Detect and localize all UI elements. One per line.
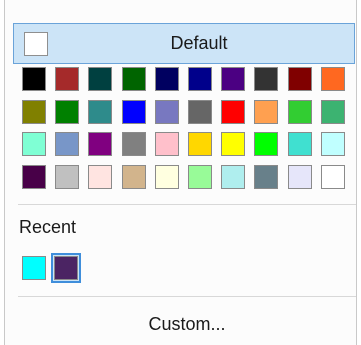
palette-swatch[interactable]: [221, 67, 245, 91]
palette-swatch[interactable]: [22, 100, 46, 124]
divider-bottom: [18, 296, 356, 297]
palette-swatch[interactable]: [321, 67, 345, 91]
palette-swatch[interactable]: [55, 132, 79, 156]
palette-swatch[interactable]: [55, 100, 79, 124]
palette-swatch[interactable]: [22, 132, 46, 156]
palette-swatch[interactable]: [55, 67, 79, 91]
recent-swatch[interactable]: [22, 256, 46, 280]
palette-swatch[interactable]: [155, 132, 179, 156]
default-color-label: Default: [170, 33, 228, 53]
palette-swatch[interactable]: [22, 67, 46, 91]
palette-swatch[interactable]: [22, 165, 46, 189]
palette-swatch[interactable]: [221, 165, 245, 189]
default-color-swatch: [24, 32, 48, 56]
palette-swatch[interactable]: [321, 100, 345, 124]
palette-swatch[interactable]: [188, 100, 212, 124]
palette-swatch[interactable]: [221, 100, 245, 124]
palette-swatch[interactable]: [122, 67, 146, 91]
palette-swatch[interactable]: [254, 67, 278, 91]
palette-swatch[interactable]: [288, 165, 312, 189]
palette-swatch[interactable]: [88, 132, 112, 156]
palette-swatch[interactable]: [254, 100, 278, 124]
divider-top: [18, 204, 356, 205]
recent-section-label: Recent: [19, 217, 77, 237]
palette-swatch[interactable]: [155, 67, 179, 91]
palette-swatch[interactable]: [155, 100, 179, 124]
palette-swatch[interactable]: [155, 165, 179, 189]
palette-swatch[interactable]: [122, 100, 146, 124]
palette-swatch[interactable]: [254, 165, 278, 189]
palette-swatch[interactable]: [321, 165, 345, 189]
default-color-button[interactable]: Default: [13, 23, 355, 64]
palette-swatch[interactable]: [288, 100, 312, 124]
palette-swatch[interactable]: [188, 165, 212, 189]
palette-swatch[interactable]: [122, 132, 146, 156]
palette-swatch[interactable]: [88, 165, 112, 189]
palette-swatch[interactable]: [321, 132, 345, 156]
custom-color-button[interactable]: Custom...: [18, 305, 356, 343]
palette-swatch[interactable]: [288, 67, 312, 91]
palette-swatch[interactable]: [188, 67, 212, 91]
palette-swatch[interactable]: [254, 132, 278, 156]
recent-swatch[interactable]: [54, 256, 78, 280]
palette-swatch[interactable]: [88, 67, 112, 91]
palette-swatch[interactable]: [221, 132, 245, 156]
palette-swatch[interactable]: [55, 165, 79, 189]
palette-swatch[interactable]: [88, 100, 112, 124]
palette-swatch[interactable]: [122, 165, 146, 189]
palette-swatch[interactable]: [188, 132, 212, 156]
palette-swatch[interactable]: [288, 132, 312, 156]
